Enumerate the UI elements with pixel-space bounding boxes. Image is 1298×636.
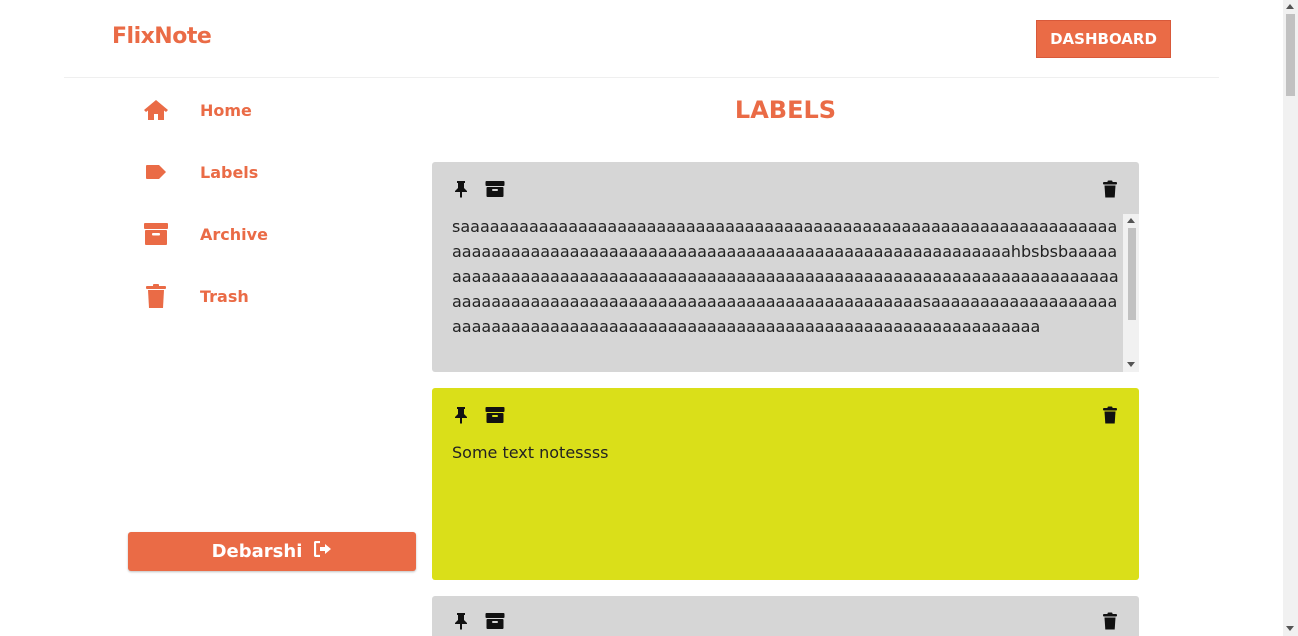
trash-icon[interactable] xyxy=(1099,404,1121,426)
scroll-down-arrow[interactable] xyxy=(1127,362,1135,367)
page-scroll-thumb[interactable] xyxy=(1286,14,1295,96)
home-icon xyxy=(140,95,172,125)
note-card[interactable] xyxy=(432,596,1139,636)
trash-icon xyxy=(140,281,172,311)
sidebar-item-label: Home xyxy=(200,100,252,120)
tag-icon xyxy=(140,157,172,187)
sidebar-item-archive[interactable]: Archive xyxy=(140,219,268,249)
page-title: LABELS xyxy=(734,96,837,124)
note-toolbar xyxy=(432,596,1139,636)
archive-icon xyxy=(140,219,172,249)
sidebar-item-labels[interactable]: Labels xyxy=(140,157,258,187)
sidebar-item-label: Trash xyxy=(200,286,249,306)
page-scrollbar[interactable] xyxy=(1283,0,1298,636)
user-logout-button[interactable]: Debarshi xyxy=(128,532,416,571)
note-toolbar xyxy=(432,162,1139,210)
archive-icon[interactable] xyxy=(484,610,506,632)
note-toolbar xyxy=(432,388,1139,436)
archive-icon[interactable] xyxy=(484,178,506,200)
sidebar-item-trash[interactable]: Trash xyxy=(140,281,249,311)
note-scrollbar[interactable] xyxy=(1123,214,1139,372)
note-text[interactable]: saaaaaaaaaaaaaaaaaaaaaaaaaaaaaaaaaaaaaaa… xyxy=(452,214,1124,370)
logout-icon xyxy=(314,540,332,562)
pin-icon[interactable] xyxy=(450,178,472,200)
note-scroll-thumb[interactable] xyxy=(1128,228,1136,320)
note-card[interactable]: Some text notessss xyxy=(432,388,1139,580)
sidebar-item-label: Archive xyxy=(200,224,268,244)
brand-logo[interactable]: FlixNote xyxy=(112,24,212,49)
sidebar-item-home[interactable]: Home xyxy=(140,95,252,125)
archive-icon[interactable] xyxy=(484,404,506,426)
pin-icon[interactable] xyxy=(450,404,472,426)
trash-icon[interactable] xyxy=(1099,610,1121,632)
note-text[interactable]: Some text notessss xyxy=(452,440,1124,560)
page-scroll-up-arrow[interactable] xyxy=(1286,4,1294,9)
top-navbar: FlixNote DASHBOARD xyxy=(64,0,1219,78)
trash-icon[interactable] xyxy=(1099,178,1121,200)
dashboard-button[interactable]: DASHBOARD xyxy=(1036,20,1171,58)
sidebar-item-label: Labels xyxy=(200,162,259,182)
note-card[interactable]: saaaaaaaaaaaaaaaaaaaaaaaaaaaaaaaaaaaaaaa… xyxy=(432,162,1139,372)
page-scroll-down-arrow[interactable] xyxy=(1286,626,1294,631)
pin-icon[interactable] xyxy=(450,610,472,632)
user-name: Debarshi xyxy=(211,541,303,562)
scroll-up-arrow[interactable] xyxy=(1127,218,1135,223)
